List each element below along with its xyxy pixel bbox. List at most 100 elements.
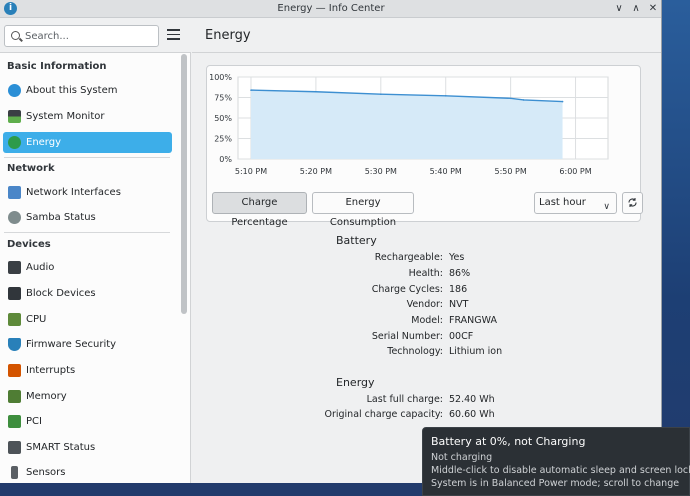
tooltip-line: System is in Balanced Power mode; scroll…: [431, 478, 680, 489]
sidebar-item-label: PCI: [26, 416, 42, 427]
sidebar-item-label: Sensors: [26, 467, 66, 478]
sidebar-item-audio[interactable]: Audio: [3, 257, 172, 278]
battery-tooltip: Battery at 0%, not Charging Not charging…: [422, 427, 690, 496]
tooltip-line: Not charging: [431, 452, 493, 463]
data-point: [509, 97, 512, 100]
sidebar-item-label: About this System: [26, 85, 118, 96]
minimize-chevron-icon[interactable]: ∨: [612, 2, 626, 16]
energy-page: 100% 75% 50% 25% 0% 5:10 PM 5:20 PM 5:30 PM 5:40…: [192, 54, 661, 483]
samba-icon: [8, 211, 21, 224]
sidebar: Basic Information About this System Syst…: [0, 18, 191, 483]
sidebar-item-interrupts[interactable]: Interrupts: [3, 360, 172, 381]
sidebar-item-sensors[interactable]: Sensors: [3, 462, 172, 483]
section-devices: Devices: [7, 239, 51, 250]
battery-section-title: Battery: [336, 234, 377, 247]
data-point: [561, 100, 564, 103]
battery-value: Lithium ion: [449, 346, 503, 357]
search-field[interactable]: [4, 25, 159, 47]
close-icon[interactable]: ✕: [646, 2, 660, 16]
window-title: Energy — Info Center: [277, 3, 385, 14]
sidebar-item-block-devices[interactable]: Block Devices: [3, 283, 172, 304]
sidebar-item-label: CPU: [26, 314, 47, 325]
refresh-button[interactable]: [622, 192, 643, 214]
energy-key: Last full charge:: [366, 394, 443, 405]
energy-key: Original charge capacity:: [324, 409, 443, 420]
tooltip-line: Middle-click to disable automatic sleep …: [431, 465, 690, 476]
charge-area: [250, 90, 563, 159]
x-tick-label: 5:30 PM: [365, 167, 397, 176]
sidebar-item-label: Interrupts: [26, 365, 76, 376]
audio-icon: [8, 261, 21, 274]
x-tick-label: 5:40 PM: [430, 167, 462, 176]
chart-svg: 100% 75% 50% 25% 0%5:10 PM 5:20 PM 5:30 PM 5:40…: [209, 73, 609, 176]
sidebar-item-firmware-security[interactable]: Firmware Security: [3, 334, 172, 355]
data-point: [380, 93, 382, 96]
time-range-select[interactable]: Last hour ∨: [534, 192, 617, 214]
firmware-security-icon: [8, 338, 21, 351]
battery-value: 186: [449, 284, 468, 295]
sidebar-item-cpu[interactable]: CPU: [3, 309, 172, 330]
energy-consumption-button[interactable]: Energy Consumption: [312, 192, 414, 228]
tooltip-title: Battery at 0%, not Charging: [431, 435, 586, 448]
sidebar-item-label: Samba Status: [26, 212, 96, 223]
battery-key: Health:: [408, 268, 443, 279]
time-range-value: Last hour: [539, 197, 586, 208]
charge-history-chart: 100% 75% 50% 25% 0% 5:10 PM 5:20 PM 5:30 PM 5:40…: [208, 69, 640, 184]
pci-icon: [8, 415, 21, 428]
info-center-window: i Energy — Info Center ∨ ∧ ✕ Basic Infor…: [0, 0, 662, 483]
sidebar-item-label: SMART Status: [26, 442, 96, 453]
sidebar-item-network-interfaces[interactable]: Network Interfaces: [3, 182, 172, 203]
info-icon: [8, 84, 21, 97]
x-tick-label: 6:00 PM: [559, 167, 591, 176]
data-point: [522, 99, 525, 101]
page-title: Energy: [205, 28, 251, 43]
sidebar-item-energy[interactable]: Energy: [3, 132, 172, 153]
sidebar-scrollbar[interactable]: [181, 54, 187, 314]
battery-key: Technology:: [387, 346, 443, 357]
smart-status-icon: [8, 441, 21, 454]
history-card: 100% 75% 50% 25% 0% 5:10 PM 5:20 PM 5:30 PM 5:40…: [206, 65, 643, 228]
section-basic-information: Basic Information: [7, 61, 107, 72]
sidebar-item-samba-status[interactable]: Samba Status: [3, 207, 172, 228]
sidebar-item-label: Memory: [26, 391, 67, 402]
battery-value: Yes: [449, 252, 465, 263]
battery-key: Vendor:: [406, 299, 443, 310]
y-tick-label: 100%: [209, 73, 232, 82]
sidebar-item-label: Audio: [26, 262, 55, 273]
network-interfaces-icon: [8, 186, 21, 199]
sidebar-item-label: Energy: [26, 137, 62, 148]
sensors-icon: [11, 466, 18, 479]
search-icon: [11, 31, 20, 40]
energy-icon: [8, 136, 21, 149]
battery-key: Charge Cycles:: [371, 284, 443, 295]
maximize-chevron-icon[interactable]: ∧: [629, 2, 643, 16]
battery-value: NVT: [449, 299, 469, 310]
titlebar: i Energy — Info Center ∨ ∧ ✕: [0, 0, 661, 18]
energy-value: 52.40 Wh: [449, 394, 495, 405]
block-devices-icon: [8, 287, 21, 300]
hamburger-menu-icon[interactable]: [167, 29, 180, 41]
memory-icon: [8, 390, 21, 403]
data-point: [315, 90, 317, 93]
sidebar-list: Basic Information About this System Syst…: [0, 54, 180, 483]
sidebar-item-label: Block Devices: [26, 288, 96, 299]
energy-section-title: Energy: [336, 376, 375, 389]
sidebar-toolbar: [0, 18, 191, 53]
sidebar-item-about-this-system[interactable]: About this System: [3, 80, 172, 101]
cpu-icon: [8, 313, 21, 326]
system-monitor-icon: [8, 110, 21, 123]
sidebar-item-system-monitor[interactable]: System Monitor: [3, 106, 172, 127]
charge-percentage-button[interactable]: Charge Percentage: [212, 192, 307, 228]
sidebar-item-memory[interactable]: Memory: [3, 386, 172, 407]
search-input[interactable]: [25, 28, 155, 44]
x-tick-label: 5:10 PM: [235, 167, 267, 176]
content-header: Energy: [192, 18, 661, 53]
battery-value: 86%: [449, 268, 471, 279]
sidebar-item-smart-status[interactable]: SMART Status: [3, 437, 172, 458]
data-point: [250, 89, 252, 91]
chevron-down-icon: ∨: [603, 202, 610, 212]
battery-key: Model:: [411, 315, 443, 326]
sidebar-item-pci[interactable]: PCI: [3, 411, 172, 432]
x-tick-label: 5:20 PM: [300, 167, 332, 176]
x-tick-label: 5:50 PM: [495, 167, 527, 176]
